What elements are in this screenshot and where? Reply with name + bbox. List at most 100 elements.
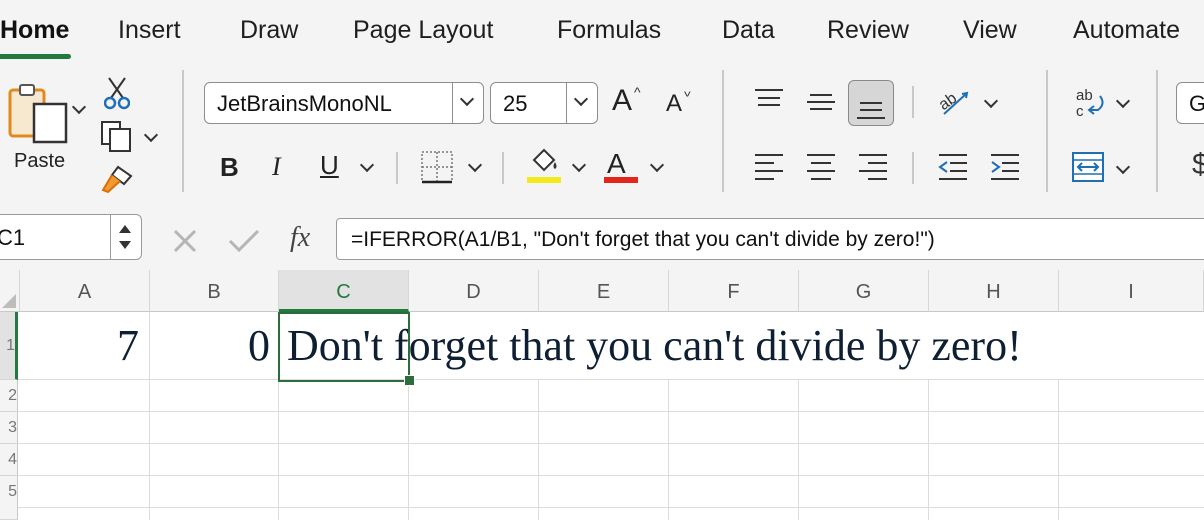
confirm-entry-button[interactable] xyxy=(228,228,260,259)
row-header-5[interactable]: 5 xyxy=(0,476,18,520)
name-box-stepper[interactable] xyxy=(110,215,141,259)
column-header-f[interactable]: F xyxy=(669,270,799,312)
tab-draw[interactable]: Draw xyxy=(240,16,298,45)
font-name-value: JetBrainsMonoNL xyxy=(217,91,392,116)
font-color-button[interactable]: A xyxy=(607,148,626,180)
svg-text:c: c xyxy=(1076,103,1084,120)
gridline xyxy=(1058,380,1059,520)
font-name-select[interactable]: JetBrainsMonoNL xyxy=(204,82,484,124)
wrap-text-chevron-icon[interactable] xyxy=(1115,93,1131,109)
merge-center-button[interactable] xyxy=(1072,152,1104,187)
group-separator xyxy=(912,86,914,118)
decrease-font-size-button[interactable]: A xyxy=(666,90,682,118)
font-color-chevron-icon[interactable] xyxy=(649,157,665,173)
tab-home[interactable]: Home xyxy=(0,16,69,45)
row-header-2[interactable]: 2 xyxy=(0,380,18,412)
text-orientation-icon: ab xyxy=(936,90,969,115)
merge-chevron-icon[interactable] xyxy=(1115,159,1131,175)
tab-review[interactable]: Review xyxy=(827,16,909,45)
copy-chevron-icon[interactable] xyxy=(143,127,159,143)
tab-data[interactable]: Data xyxy=(722,16,775,45)
font-color-swatch xyxy=(604,177,638,183)
column-header-g[interactable]: G xyxy=(799,270,929,312)
tab-insert[interactable]: Insert xyxy=(118,16,181,45)
decrease-indent-button[interactable] xyxy=(938,152,968,187)
formula-input[interactable]: =IFERROR(A1/B1, "Don't forget that you c… xyxy=(336,218,1204,260)
highlight-color-swatch xyxy=(527,177,561,183)
borders-chevron-icon[interactable] xyxy=(467,157,483,173)
row-header-1[interactable]: 1 xyxy=(0,312,18,380)
cell-b1[interactable]: 0 xyxy=(150,312,278,380)
row-header-4[interactable]: 4 xyxy=(0,444,18,476)
column-header-c[interactable]: C xyxy=(279,270,409,312)
copy-button[interactable] xyxy=(100,120,134,157)
chevron-down-icon xyxy=(459,91,475,107)
column-header-h[interactable]: H xyxy=(929,270,1059,312)
cell-a1[interactable]: 7 xyxy=(20,312,149,380)
bold-button[interactable]: B xyxy=(220,152,239,183)
paste-label: Paste xyxy=(14,150,66,172)
orientation-chevron-icon[interactable] xyxy=(983,93,999,109)
column-header-e[interactable]: E xyxy=(539,270,669,312)
formula-text: =IFERROR(A1/B1, "Don't forget that you c… xyxy=(351,228,935,251)
increase-indent-button[interactable] xyxy=(990,152,1020,187)
align-center-icon xyxy=(807,154,835,180)
group-separator xyxy=(722,70,724,192)
fill-handle[interactable] xyxy=(404,375,415,386)
currency-format-button[interactable]: $ xyxy=(1192,148,1204,182)
gridline xyxy=(18,507,1204,508)
align-bottom-button[interactable] xyxy=(848,80,894,126)
close-icon xyxy=(173,229,197,253)
tab-formulas[interactable]: Formulas xyxy=(557,16,661,45)
format-painter-button[interactable] xyxy=(100,164,134,199)
tab-page-layout[interactable]: Page Layout xyxy=(353,16,493,45)
wrap-text-button[interactable]: ab c xyxy=(1074,86,1108,125)
tab-view[interactable]: View xyxy=(963,16,1017,45)
underline-button[interactable]: U xyxy=(320,150,339,181)
column-header-d[interactable]: D xyxy=(409,270,539,312)
name-box[interactable]: C1 xyxy=(0,214,142,260)
group-separator xyxy=(182,70,184,192)
align-right-icon xyxy=(859,154,887,180)
font-size-dropdown[interactable] xyxy=(566,83,597,123)
align-center-button[interactable] xyxy=(806,152,836,187)
font-name-dropdown[interactable] xyxy=(452,83,483,123)
select-all-corner[interactable] xyxy=(0,270,20,312)
active-cell-c1[interactable] xyxy=(278,312,410,382)
cut-button[interactable] xyxy=(103,76,131,115)
borders-icon xyxy=(421,151,453,184)
cancel-entry-button[interactable] xyxy=(172,228,198,259)
spreadsheet-grid: A B C D E F G H I 1 2 3 4 5 7 0 Don't fo… xyxy=(0,270,1204,520)
corner-triangle-icon xyxy=(2,294,16,308)
number-format-select[interactable]: G xyxy=(1176,82,1204,124)
orientation-button[interactable]: ab xyxy=(936,86,972,123)
italic-button[interactable]: I xyxy=(272,152,281,182)
align-right-button[interactable] xyxy=(858,152,888,187)
align-top-icon xyxy=(755,89,783,106)
column-header-a[interactable]: A xyxy=(20,270,150,312)
up-down-arrows-icon xyxy=(119,225,131,249)
column-header-b[interactable]: B xyxy=(150,270,279,312)
row-header-3[interactable]: 3 xyxy=(0,412,18,444)
gridline xyxy=(18,443,1204,444)
increase-font-size-button[interactable]: A xyxy=(612,84,632,118)
tab-automate[interactable]: Automate xyxy=(1073,16,1180,45)
align-middle-button[interactable] xyxy=(806,90,836,119)
gridline xyxy=(408,380,409,520)
fill-color-chevron-icon[interactable] xyxy=(571,157,587,173)
column-header-i[interactable]: I xyxy=(1059,270,1204,312)
align-left-button[interactable] xyxy=(754,152,784,187)
font-size-value: 25 xyxy=(503,91,528,116)
checkmark-icon xyxy=(228,229,260,253)
format-painter-icon xyxy=(101,165,133,194)
borders-button[interactable] xyxy=(420,150,454,189)
paste-chevron-icon[interactable] xyxy=(71,99,87,115)
merge-cells-icon xyxy=(1072,152,1104,182)
font-size-select[interactable]: 25 xyxy=(490,82,598,124)
insert-function-button[interactable]: fx xyxy=(290,222,310,254)
caret-down-icon: ^ xyxy=(684,84,691,100)
scissors-icon xyxy=(103,77,131,110)
align-left-icon xyxy=(755,154,783,180)
align-top-button[interactable] xyxy=(754,88,784,117)
underline-chevron-icon[interactable] xyxy=(359,157,375,173)
